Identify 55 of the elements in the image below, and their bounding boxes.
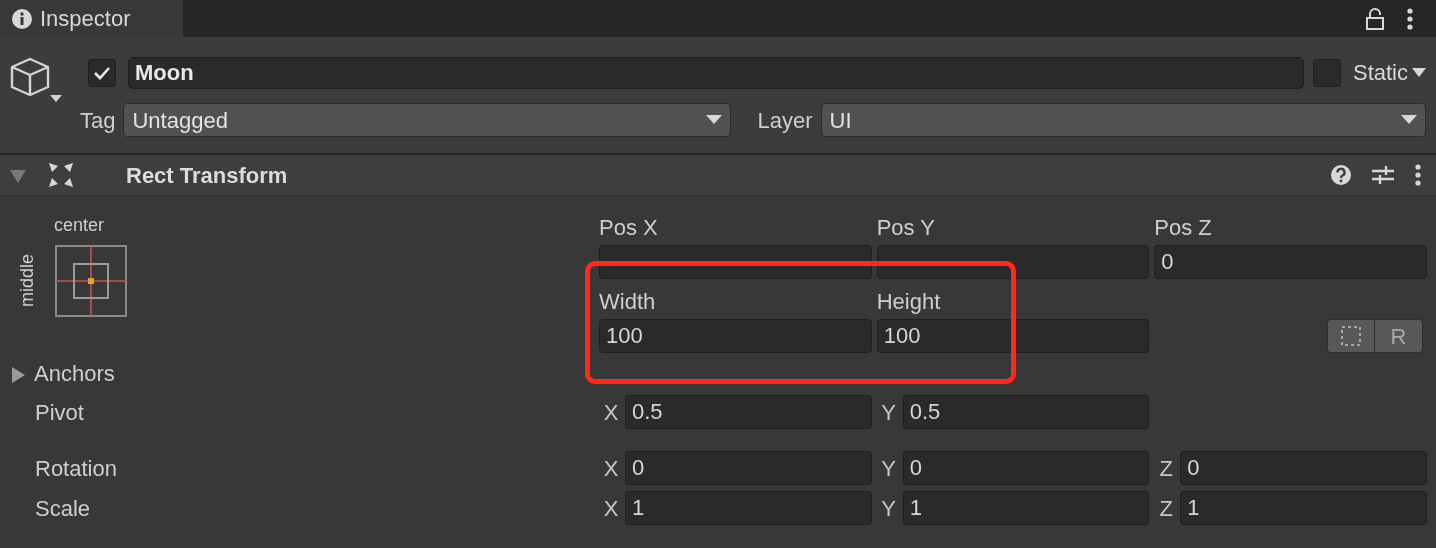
field-label: Pos X — [599, 214, 659, 242]
caret-icon — [1412, 67, 1426, 78]
number-field[interactable]: 0 — [1180, 451, 1427, 485]
component-title: Rect Transform — [126, 161, 288, 190]
lock-icon[interactable] — [1366, 7, 1384, 30]
anchor-vertical-label: middle — [16, 254, 38, 308]
caret-icon — [706, 115, 723, 125]
dashed-square-icon — [1340, 325, 1362, 347]
layer-dropdown[interactable]: UI — [820, 103, 1426, 137]
more-options-icon[interactable] — [1414, 163, 1422, 187]
tag-label: Tag — [80, 106, 116, 135]
active-checkbox[interactable] — [88, 58, 116, 87]
axis-label: Y — [880, 454, 897, 483]
info-icon — [12, 8, 32, 29]
number-field[interactable]: 0 — [902, 451, 1150, 485]
field-label: Pos Z — [1154, 214, 1213, 242]
number-field[interactable]: 100 — [876, 319, 1150, 353]
axis-label: Z — [1158, 494, 1175, 523]
number-field[interactable]: 0.5 — [902, 395, 1150, 429]
static-dropdown[interactable]: Static — [1352, 56, 1426, 89]
name-field[interactable]: Moon — [128, 56, 1304, 89]
number-field[interactable]: 1 — [902, 491, 1150, 525]
property-label: Rotation — [34, 454, 118, 483]
foldout-label[interactable]: Anchors — [34, 356, 115, 390]
move-arrows-icon — [48, 162, 74, 188]
axis-label: X — [602, 494, 620, 523]
more-options-icon[interactable] — [1406, 6, 1414, 31]
number-field[interactable]: 0.5 — [625, 395, 872, 429]
sliders-icon[interactable] — [1372, 164, 1394, 186]
number-field[interactable]: 1 — [1180, 491, 1427, 525]
number-field[interactable]: 0 — [1154, 245, 1427, 279]
caret-icon — [1401, 115, 1417, 125]
blueprint-mode-button[interactable] — [1327, 319, 1375, 353]
check-icon — [93, 65, 111, 80]
layer-label: Layer — [757, 106, 813, 135]
inspector-tab[interactable]: Inspector — [0, 0, 183, 37]
axis-label: X — [602, 398, 620, 427]
axis-label: X — [602, 454, 620, 483]
number-field[interactable] — [876, 245, 1150, 279]
anchor-preset-icon[interactable] — [55, 245, 127, 317]
number-field[interactable]: 100 — [599, 319, 872, 353]
anchor-horizontal-label: center — [54, 214, 106, 237]
number-field[interactable]: 0 — [625, 451, 872, 485]
field-label: Pos Y — [876, 214, 936, 242]
axis-label: Z — [1158, 454, 1175, 483]
axis-label: Y — [880, 398, 897, 427]
property-label: Pivot — [34, 398, 85, 427]
property-label: Scale — [34, 494, 92, 523]
field-label: Width — [599, 288, 657, 316]
number-field[interactable]: 1 — [625, 491, 872, 525]
help-icon[interactable] — [1330, 164, 1352, 186]
axis-label: Y — [880, 494, 897, 523]
field-label: Height — [876, 288, 942, 316]
tag-dropdown[interactable]: Untagged — [123, 103, 732, 137]
static-checkbox[interactable] — [1312, 58, 1341, 87]
